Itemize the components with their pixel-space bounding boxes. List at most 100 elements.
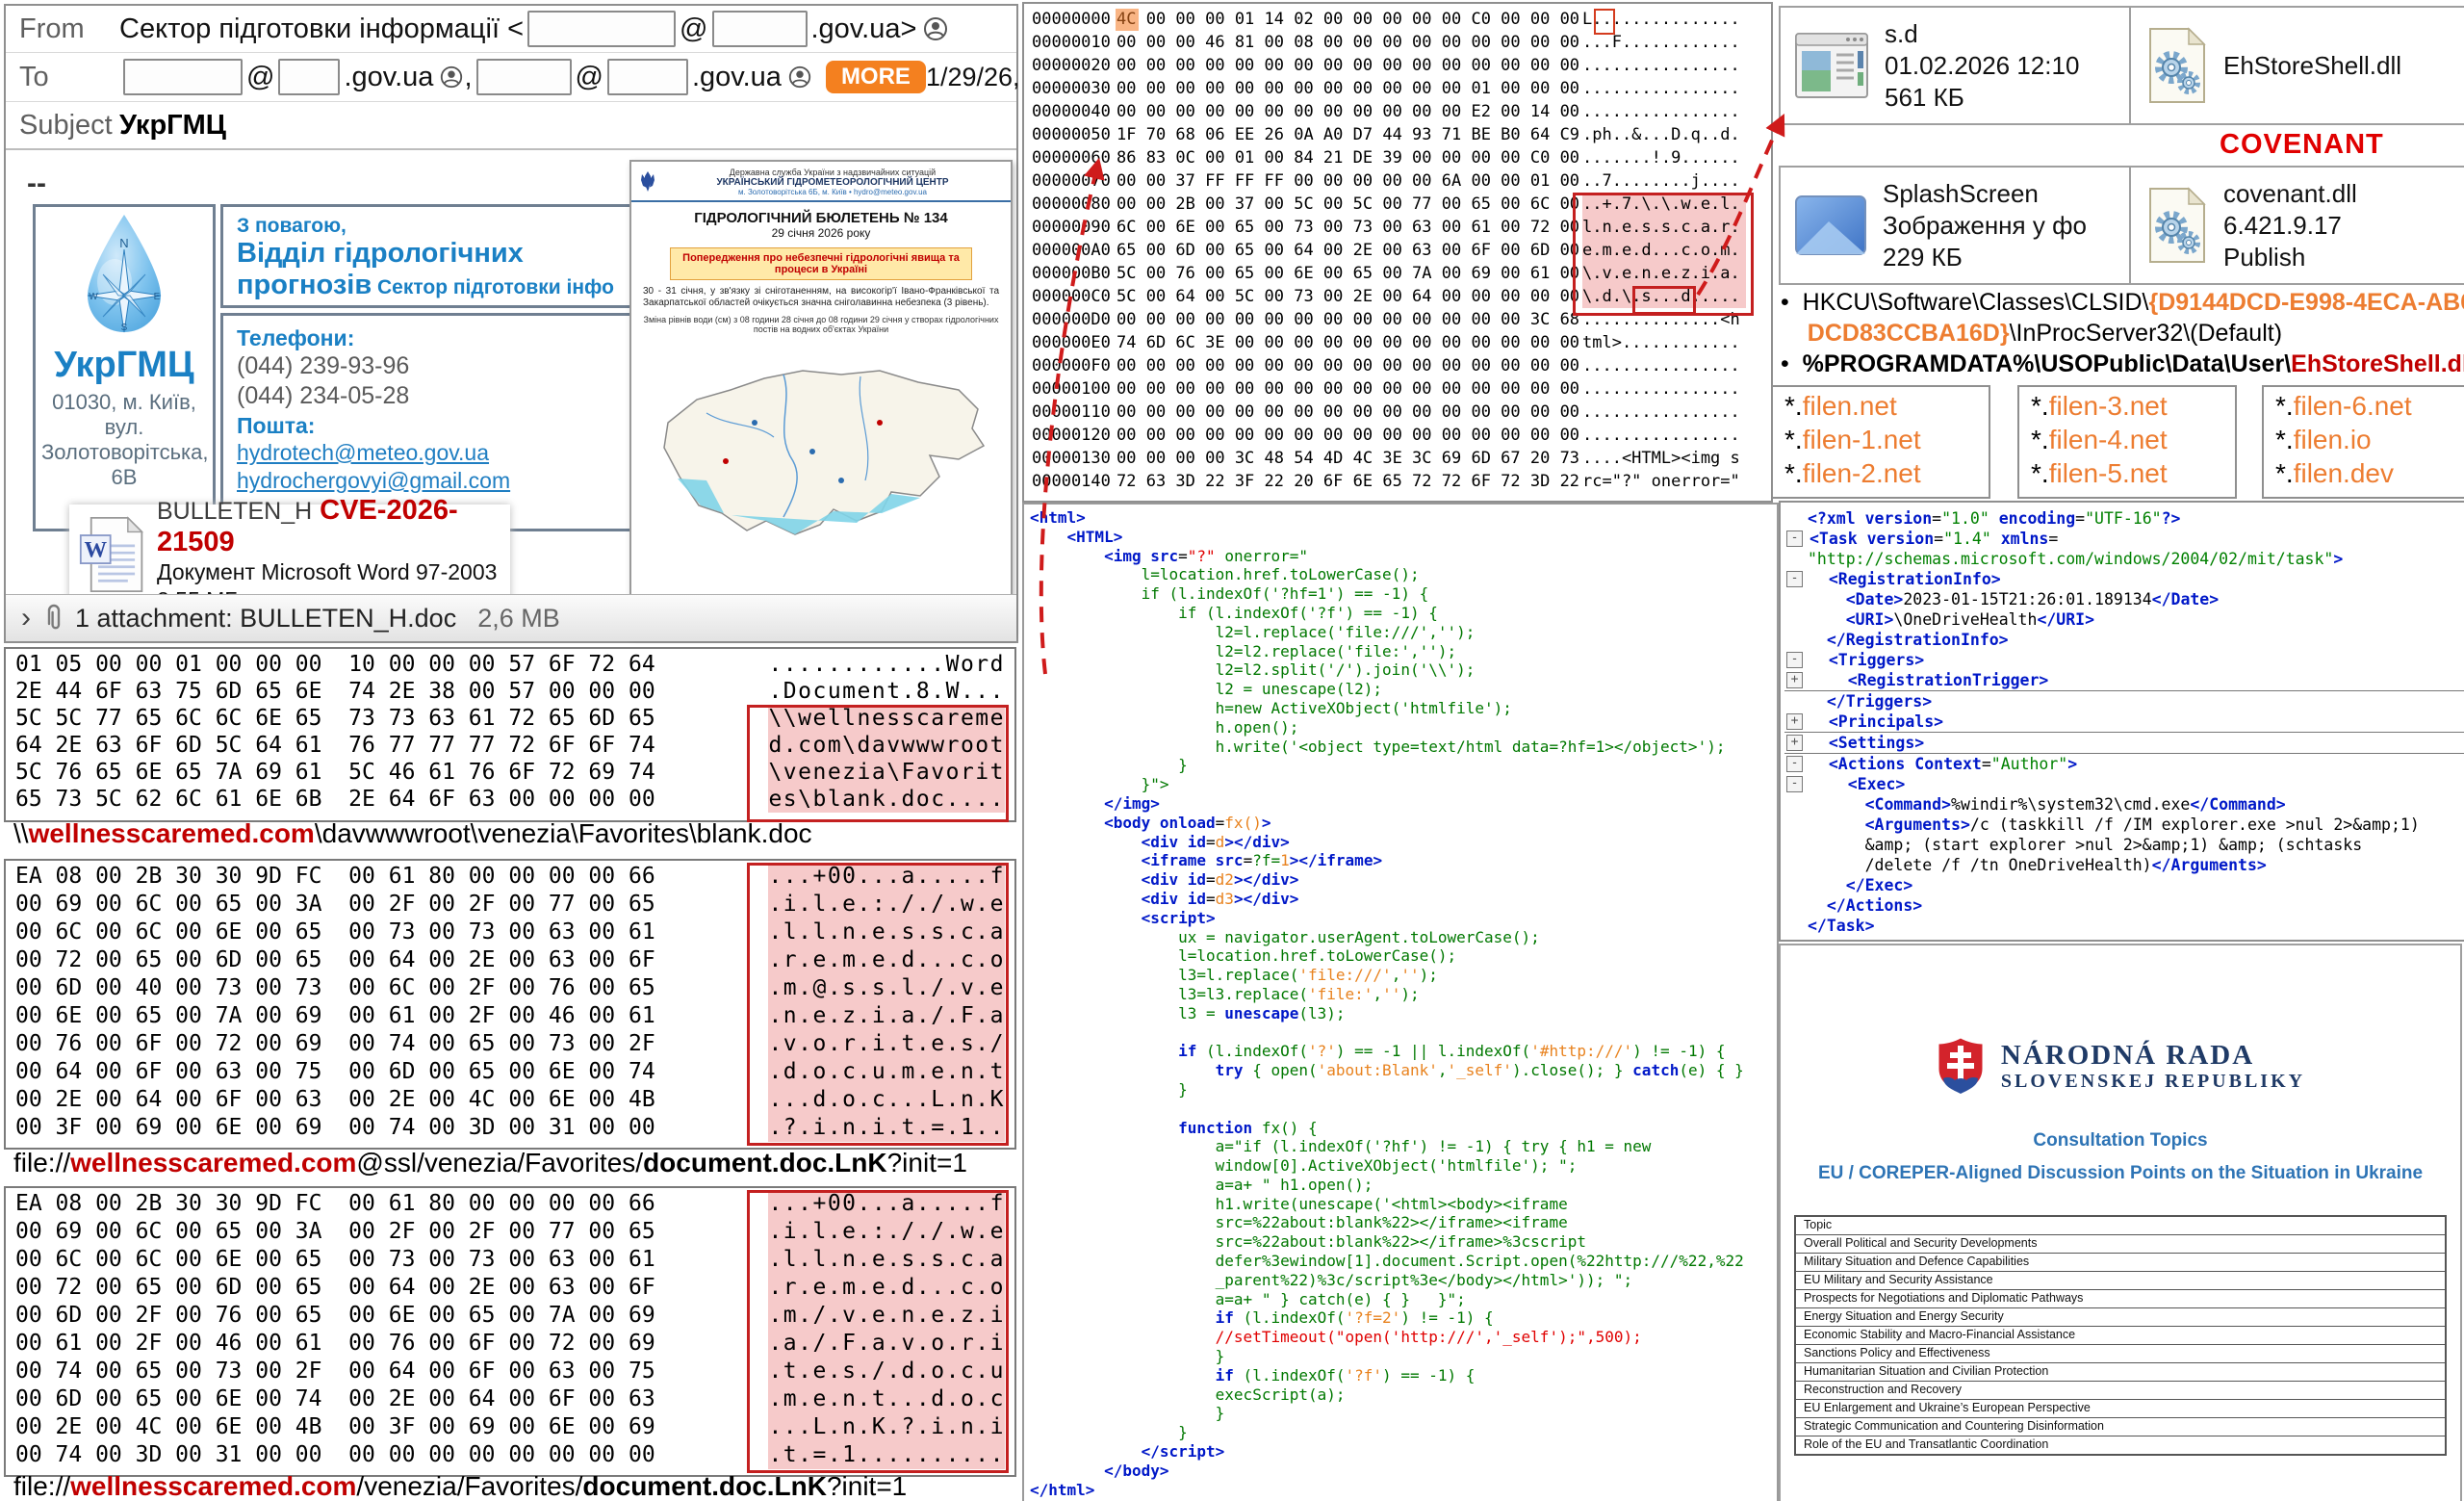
hex-row: 00 6E 00 65 00 7A 00 69 00 61 00 2F 00 4…	[6, 1002, 1014, 1030]
subject-value: УкрГМЦ	[119, 110, 226, 142]
hex-row: 00 64 00 6F 00 63 00 75 00 6D 00 65 00 6…	[6, 1058, 1014, 1086]
file-name: s.d	[1885, 18, 2079, 50]
email-to-row: To @ .gov.ua , @ .gov.ua MORE 1/29/26, 1…	[6, 53, 1016, 102]
file-card-ehstoreshell[interactable]: EhStoreShell.dll	[2129, 6, 2464, 125]
svg-text:N: N	[119, 236, 128, 250]
hex-row: 00 6C 00 6C 00 6E 00 65 00 73 00 73 00 6…	[6, 1246, 1014, 1274]
hexdump-row: 0000013000 00 00 00 3C 48 54 4D 4C 3E 3C…	[1024, 447, 1771, 470]
c2-domains-box-2: *.filen-3.net*.filen-4.net*.filen-5.net	[2017, 385, 2237, 499]
bulletin-agency: Державна служба України з надзвичайних с…	[662, 168, 1003, 177]
ukraine-emblem-icon	[639, 170, 656, 194]
table-row: Overall Political and Security Developme…	[1796, 1235, 2445, 1254]
comma: ,	[464, 62, 472, 93]
email-signature: N W E S УкрГМЦ 01030, м. Київ, вул. Золо…	[33, 204, 639, 531]
bulletin-date: 29 січня 2026 року	[631, 226, 1011, 240]
file-name: EhStoreShell.dll	[2223, 50, 2401, 82]
file-size: 561 КБ	[1885, 82, 2079, 114]
hexdump-document-lnk-ssl: EA 08 00 2B 30 30 9D FC 00 61 80 00 00 0…	[4, 859, 1016, 1150]
email-from-row: From Сектор підготовки інформації < @ .g…	[6, 6, 1016, 53]
svg-text:W: W	[84, 538, 107, 563]
attachment-bar-text[interactable]: 1 attachment: BULLETEN_H.doc	[75, 604, 456, 634]
from-sender-name: Сектор підготовки інформації <	[119, 13, 524, 45]
hex-row: 00 76 00 6F 00 72 00 69 00 74 00 65 00 7…	[6, 1030, 1014, 1058]
org-address: 01030, м. Київ, вул. Золотоворітська, 6В	[36, 390, 213, 490]
table-row: EU Military and Security Assistance	[1796, 1272, 2445, 1290]
signature-department: Відділ гідрологічних прогнозів Сектор пі…	[237, 238, 616, 303]
hexdump-row: 000000C05C 00 64 00 5C 00 73 00 2E 00 64…	[1024, 285, 1771, 308]
contact-person-icon[interactable]	[787, 65, 812, 90]
expand-chevron-icon[interactable]: ›	[21, 602, 31, 634]
from-label: From	[19, 13, 119, 45]
doc-subheading: EU / COREPER-Aligned Discussion Points o…	[1781, 1163, 2460, 1184]
hex-row: 00 72 00 65 00 6D 00 65 00 64 00 2E 00 6…	[6, 1274, 1014, 1302]
redaction-box	[607, 59, 688, 95]
hex-row: EA 08 00 2B 30 30 9D FC 00 61 80 00 00 0…	[6, 863, 1014, 891]
redaction-box	[476, 59, 572, 95]
file-version: 6.421.9.17	[2223, 210, 2357, 242]
hex-row: 5C 76 65 6E 65 7A 69 61 5C 46 61 76 6F 7…	[6, 759, 1014, 786]
file-card-sd[interactable]: s.d 01.02.2026 12:10 561 КБ	[1779, 6, 2144, 125]
contact-person-icon[interactable]	[922, 15, 949, 42]
attachment-bar-size: 2,6 MB	[477, 604, 560, 634]
file-url-ssl-document-lnk: file://wellnesscaremed.com@ssl/venezia/F…	[13, 1148, 967, 1178]
exploit-html-code-panel: <html> <HTML> <img src="?" onerror=" l=l…	[1022, 503, 1779, 1501]
hexdump-row: 000000E074 6D 6C 3E 00 00 00 00 00 00 00…	[1024, 331, 1771, 354]
more-recipients-button[interactable]: MORE	[826, 61, 926, 93]
svg-text:W: W	[89, 292, 98, 302]
c2-domains-box-3: *.filen-6.net*.filen.io*.filen.dev	[2262, 385, 2464, 499]
hexdump-row: 000000B05C 00 76 00 65 00 6E 00 65 00 7A…	[1024, 262, 1771, 285]
bulletin-map-caption: Зміна рівнів води (см) з 08 години 28 сі…	[641, 315, 1001, 334]
phones-label: Телефони:	[237, 325, 616, 351]
hexdump-blank-doc-lnk: 01 05 00 00 01 00 00 00 10 00 00 00 57 6…	[4, 647, 1016, 822]
hex-row: 00 6D 00 2F 00 76 00 65 00 6E 00 65 00 7…	[6, 1302, 1014, 1330]
hexdump-document-lnk: EA 08 00 2B 30 30 9D FC 00 61 80 00 00 0…	[4, 1186, 1016, 1477]
hexdump-row: 0000003000 00 00 00 00 00 00 00 00 00 00…	[1024, 77, 1771, 100]
to-domain-2: .gov.ua	[692, 62, 782, 93]
bulletin-document-preview: Державна служба України з надзвичайних с…	[629, 160, 1013, 635]
redaction-box	[278, 59, 340, 95]
hexdump-row: 000000F000 00 00 00 00 00 00 00 00 00 00…	[1024, 354, 1771, 377]
signature-greeting: З повагою,	[237, 215, 616, 238]
doc-title-2: SLOVENSKEJ REPUBLIKY	[2001, 1071, 2305, 1093]
file-url-document-lnk: file://wellnesscaremed.com/venezia/Favor…	[13, 1471, 907, 1501]
email-link-1[interactable]: hydrotech@meteo.gov.ua	[237, 439, 616, 467]
scheduled-task-xml-panel: <?xml version="1.0" encoding="UTF-16"?>-…	[1779, 501, 2464, 942]
hex-row: 01 05 00 00 01 00 00 00 10 00 00 00 57 6…	[6, 651, 1014, 678]
redaction-box	[527, 11, 676, 47]
signature-logo-cell: N W E S УкрГМЦ 01030, м. Київ, вул. Золо…	[33, 204, 216, 531]
redaction-box	[712, 11, 808, 47]
hex-row: 00 74 00 65 00 73 00 2F 00 64 00 6F 00 6…	[6, 1358, 1014, 1385]
email-panel: From Сектор підготовки інформації < @ .g…	[4, 4, 1018, 643]
file-publish: Publish	[2223, 242, 2357, 273]
hex-row: 00 2E 00 64 00 6F 00 63 00 2E 00 4C 00 6…	[6, 1086, 1014, 1114]
hex-row: 2E 44 6F 63 75 6D 65 6E 74 2E 38 00 57 0…	[6, 678, 1014, 705]
email-link-2[interactable]: hydrochergovyi@gmail.com	[237, 467, 616, 495]
hexdump-row: 0000001000 00 00 46 81 00 08 00 00 00 00…	[1024, 31, 1771, 54]
phone-1: (044) 239-93-96	[237, 351, 616, 381]
email-body: --	[6, 150, 1016, 595]
topics-table: Topic Overall Political and Security Dev…	[1794, 1215, 2447, 1456]
at-sign: @	[576, 62, 603, 93]
file-card-covenant-dll[interactable]: covenant.dll 6.421.9.17 Publish	[2129, 166, 2464, 285]
redaction-box	[123, 59, 243, 95]
hex-row: 00 72 00 65 00 6D 00 65 00 64 00 2E 00 6…	[6, 946, 1014, 974]
hexdump-row: 0000006086 83 0C 00 01 00 84 21 DE 39 00…	[1024, 146, 1771, 169]
table-row: Energy Situation and Energy Security	[1796, 1308, 2445, 1327]
hexdump-row: 0000004000 00 00 00 00 00 00 00 00 00 00…	[1024, 100, 1771, 123]
signature-divider: --	[27, 168, 46, 200]
dll-gear-file-icon	[2144, 187, 2208, 264]
table-row: Sanctions Policy and Effectiveness	[1796, 1345, 2445, 1363]
paperclip-icon	[42, 603, 64, 634]
table-row: Humanitarian Situation and Civilian Prot…	[1796, 1363, 2445, 1382]
attachment-file-card[interactable]: W BULLETEN_HCVE-2026-21509 Документ Micr…	[69, 505, 510, 605]
to-domain-1: .gov.ua	[344, 62, 433, 93]
bulletin-contact: м. Золотоворітська 6Б, м. Київ • hydro@m…	[662, 188, 1003, 196]
file-card-splashscreen[interactable]: SplashScreen Зображення у фо 229 КБ	[1779, 166, 2144, 285]
bulletin-title: ГІДРОЛОГІЧНИЙ БЮЛЕТЕНЬ № 134	[631, 210, 1011, 226]
contact-person-icon[interactable]	[439, 65, 464, 90]
hexdump-row: 0000010000 00 00 00 00 00 00 00 00 00 00…	[1024, 377, 1771, 401]
hex-row: 00 6D 00 40 00 73 00 73 00 6C 00 2F 00 7…	[6, 974, 1014, 1002]
ukrgmc-drop-logo: N W E S	[74, 211, 174, 338]
signature-dept-cell: З повагою, Відділ гідрологічних прогнозі…	[220, 204, 632, 308]
covenant-framework-label: COVENANT	[2220, 129, 2384, 161]
